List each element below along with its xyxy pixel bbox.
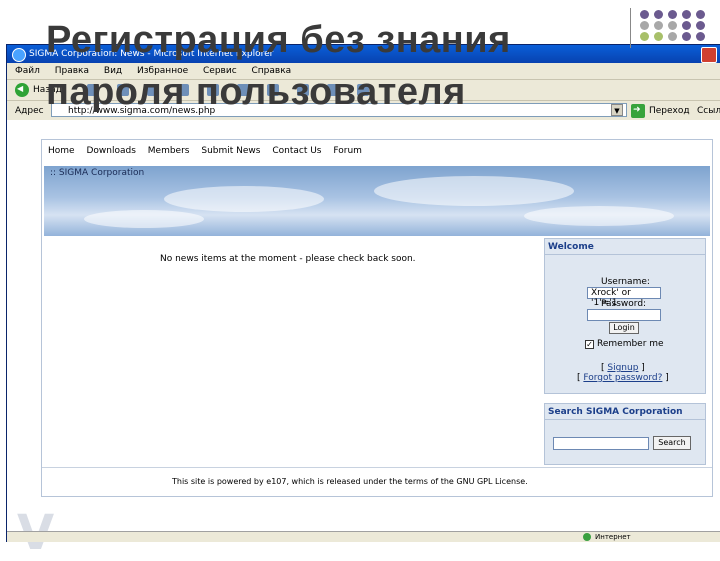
banner-title: :: SIGMA Corporation — [50, 168, 145, 178]
search-heading: Search SIGMA Corporation — [545, 404, 705, 420]
welcome-heading: Welcome — [545, 239, 705, 255]
back-arrow-icon[interactable] — [15, 79, 29, 99]
web-page: Home Downloads Members Submit News Conta… — [41, 139, 713, 497]
password-field[interactable] — [587, 309, 661, 321]
login-button[interactable]: Login — [609, 322, 639, 334]
username-field[interactable]: Xrock' or '1'='1 — [587, 287, 661, 308]
forgot-password-link[interactable]: Forgot password? — [583, 373, 662, 383]
banner-cloud — [84, 210, 204, 228]
decorative-dot — [682, 10, 691, 19]
welcome-panel: Welcome Username: Xrock' or '1'='1 Passw… — [544, 238, 706, 394]
address-dropdown-button[interactable]: ▼ — [611, 104, 623, 116]
menu-file[interactable]: Файл — [15, 66, 40, 76]
password-label: Password: — [601, 299, 647, 309]
decorative-dot — [640, 32, 649, 41]
browser-viewport: V Home Downloads Members Submit News Con… — [7, 120, 720, 561]
decorative-dot — [668, 32, 677, 41]
signup-link[interactable]: Signup — [607, 363, 638, 373]
address-label: Адрес — [15, 106, 44, 116]
nav-downloads[interactable]: Downloads — [86, 146, 135, 156]
status-zone-text: Интернет — [595, 533, 631, 541]
search-panel: Search SIGMA Corporation Search — [544, 403, 706, 465]
decorative-dot — [696, 21, 705, 30]
footer-divider — [42, 467, 712, 468]
decorative-dot — [668, 21, 677, 30]
go-arrow-icon[interactable] — [631, 100, 645, 120]
banner-cloud — [374, 176, 574, 206]
slide-title-line-1: Регистрация без знания — [46, 19, 511, 61]
go-button-label[interactable]: Переход — [649, 101, 690, 121]
nav-home[interactable]: Home — [48, 146, 75, 156]
nav-submit-news[interactable]: Submit News — [201, 146, 260, 156]
nav-members[interactable]: Members — [148, 146, 190, 156]
decorative-dot — [640, 10, 649, 19]
username-label: Username: — [601, 277, 650, 287]
slide-title: Регистрация без знания пароля пользовате… — [46, 14, 606, 118]
banner-cloud — [524, 206, 674, 226]
decorative-dot — [696, 32, 705, 41]
site-footer: This site is powered by e107, which is r… — [172, 477, 528, 486]
decorative-dot — [696, 10, 705, 19]
nav-contact-us[interactable]: Contact Us — [272, 146, 321, 156]
decorative-dot — [654, 21, 663, 30]
signup-row: [ Signup ] — [601, 363, 645, 373]
nav-forum[interactable]: Forum — [333, 146, 362, 156]
decorative-dot — [682, 32, 691, 41]
site-nav: Home Downloads Members Submit News Conta… — [42, 140, 712, 162]
decorative-dot — [668, 10, 677, 19]
decorative-dot-grid — [640, 10, 712, 50]
links-label[interactable]: Ссылки — [697, 101, 720, 121]
decorative-dot — [654, 32, 663, 41]
decorative-dot — [654, 10, 663, 19]
title-divider — [630, 8, 631, 48]
forgot-password-row: [ Forgot password? ] — [577, 373, 669, 383]
browser-window: SIGMA Corporation: News - Microsoft Inte… — [6, 44, 720, 561]
decorative-dot — [640, 21, 649, 30]
site-banner: :: SIGMA Corporation — [44, 166, 710, 236]
remember-me-label: Remember me — [597, 339, 664, 349]
search-input[interactable] — [553, 437, 649, 450]
news-message: No news items at the moment - please che… — [160, 254, 416, 264]
banner-cloud — [164, 186, 324, 212]
slide-title-line-2: пароля пользователя — [46, 71, 466, 113]
remember-me-checkbox[interactable]: ✓ — [585, 340, 594, 349]
search-button[interactable]: Search — [653, 436, 691, 450]
decorative-dot — [682, 21, 691, 30]
internet-explorer-icon — [12, 48, 26, 62]
status-bar: Интернет — [7, 531, 720, 542]
